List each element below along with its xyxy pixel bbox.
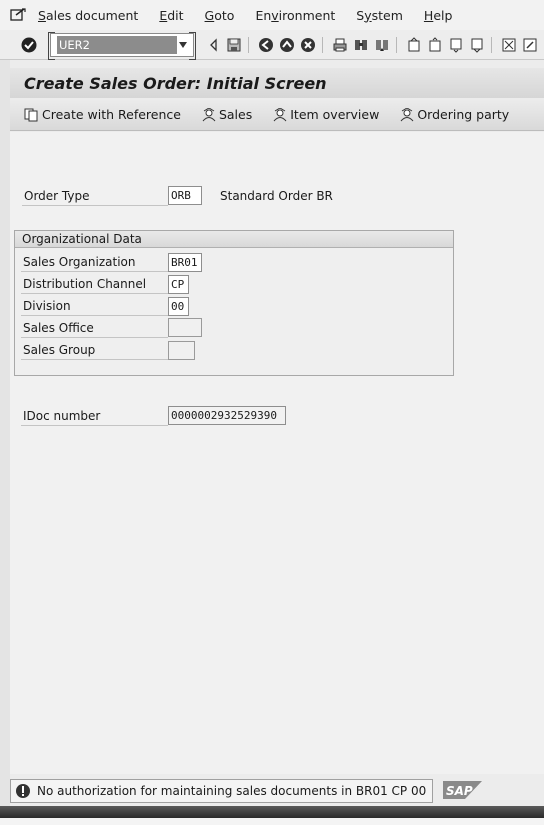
- copy-icon: [24, 108, 38, 121]
- window-bottom-border: [0, 806, 544, 818]
- item-overview-button[interactable]: Item overview: [272, 107, 379, 122]
- order-type-description: Standard Order BR: [220, 189, 333, 203]
- idoc-number-label: IDoc number: [23, 409, 101, 423]
- warning-icon: [16, 784, 30, 798]
- distribution-channel-label: Distribution Channel: [23, 277, 147, 291]
- label-underline: [21, 337, 168, 338]
- sap-menu-icon[interactable]: [10, 8, 26, 22]
- previous-page-icon[interactable]: [426, 36, 444, 54]
- application-toolbar: Create with Reference Sales Item overvie…: [10, 99, 544, 131]
- create-with-reference-button[interactable]: Create with Reference: [24, 107, 181, 122]
- menu-sales-document[interactable]: Sales document: [38, 8, 138, 23]
- chevron-down-icon[interactable]: [179, 41, 187, 48]
- print-icon[interactable]: [331, 36, 349, 54]
- cancel-icon[interactable]: [299, 36, 317, 54]
- sales-organization-label: Sales Organization: [23, 255, 136, 269]
- idoc-number-field[interactable]: 0000002932529390: [168, 406, 286, 425]
- sales-button[interactable]: Sales: [201, 107, 252, 122]
- order-type-field[interactable]: ORB: [168, 186, 202, 205]
- command-input[interactable]: [57, 35, 177, 54]
- label-underline: [21, 271, 168, 272]
- menu-system[interactable]: System: [356, 8, 403, 23]
- label-underline: [21, 359, 168, 360]
- order-type-label: Order Type: [24, 189, 90, 203]
- menu-bar: Sales document Edit Goto Environment Sys…: [0, 0, 544, 30]
- status-bar: No authorization for maintaining sales d…: [10, 778, 544, 804]
- group-title: Organizational Data: [15, 231, 453, 248]
- save-icon[interactable]: [225, 36, 243, 54]
- toolbar-separator: [322, 36, 323, 53]
- page-title: Create Sales Order: Initial Screen: [24, 73, 327, 93]
- next-page-icon[interactable]: [447, 36, 465, 54]
- menu-environment[interactable]: Environment: [255, 8, 335, 23]
- standard-toolbar: [0, 30, 544, 60]
- sales-office-label: Sales Office: [23, 321, 94, 335]
- exit-icon[interactable]: [278, 36, 296, 54]
- menu-goto[interactable]: Goto: [205, 8, 235, 23]
- person-hat-icon: [400, 107, 414, 121]
- svg-text:SAP: SAP: [446, 784, 473, 798]
- label-underline: [21, 425, 168, 426]
- find-next-icon[interactable]: [373, 36, 391, 54]
- collapse-icon[interactable]: [204, 36, 222, 54]
- sales-organization-field[interactable]: BR01: [168, 253, 202, 272]
- division-field[interactable]: 00: [168, 297, 189, 316]
- toolbar-separator: [248, 36, 249, 53]
- status-text: No authorization for maintaining sales d…: [37, 784, 427, 798]
- sales-office-field[interactable]: [168, 318, 202, 337]
- shortcut-icon[interactable]: [521, 36, 539, 54]
- sales-group-field[interactable]: [168, 341, 195, 360]
- first-page-icon[interactable]: [405, 36, 423, 54]
- toolbar-separator: [491, 36, 492, 53]
- toolbar-separator: [396, 36, 397, 53]
- window-frame: [0, 60, 10, 806]
- status-message[interactable]: No authorization for maintaining sales d…: [10, 779, 434, 803]
- checkmark-icon[interactable]: [20, 36, 38, 54]
- label-underline: [21, 293, 168, 294]
- person-hat-icon: [273, 107, 287, 121]
- back-icon[interactable]: [257, 36, 275, 54]
- menu-help[interactable]: Help: [424, 8, 453, 23]
- person-hat-icon: [202, 107, 216, 121]
- menu-edit[interactable]: Edit: [159, 8, 183, 23]
- ordering-party-button[interactable]: Ordering party: [399, 107, 509, 122]
- find-icon[interactable]: [352, 36, 370, 54]
- distribution-channel-field[interactable]: CP: [168, 275, 189, 294]
- division-label: Division: [23, 299, 71, 313]
- title-bar: Create Sales Order: Initial Screen: [10, 68, 544, 98]
- window-bottom-margin: [0, 818, 544, 825]
- sales-group-label: Sales Group: [23, 343, 96, 357]
- main-area: Order Type ORB Standard Order BR Organiz…: [10, 132, 544, 774]
- last-page-icon[interactable]: [468, 36, 486, 54]
- command-field[interactable]: [48, 31, 196, 60]
- label-underline: [22, 205, 168, 206]
- sap-logo: SAP: [443, 780, 483, 803]
- new-session-icon[interactable]: [500, 36, 518, 54]
- label-underline: [21, 315, 168, 316]
